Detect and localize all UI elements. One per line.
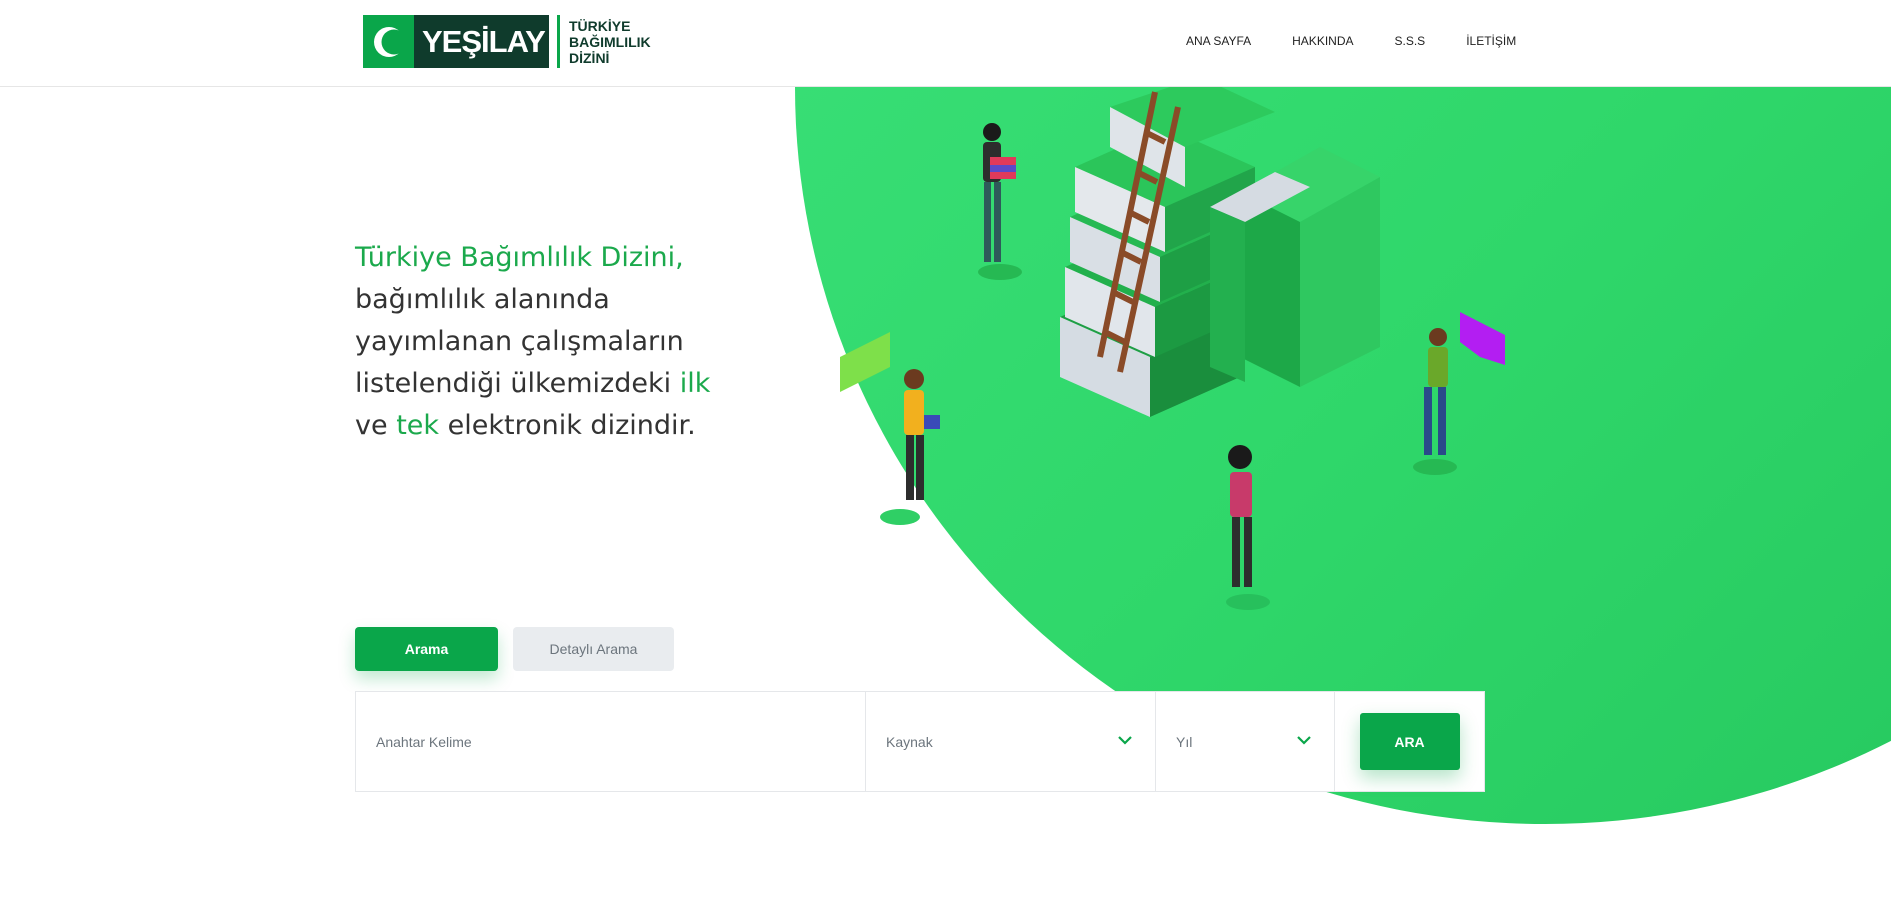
headline-highlight-tek: tek bbox=[396, 410, 440, 441]
logo-brand-text: YEŞİLAY bbox=[422, 23, 546, 59]
nav-contact[interactable]: İLETİŞİM bbox=[1466, 34, 1516, 48]
logo-mark: YEŞİLAY bbox=[363, 15, 549, 68]
headline-title: Türkiye Bağımlılık Dizini, bbox=[355, 242, 684, 273]
tab-advanced-search[interactable]: Detaylı Arama bbox=[513, 627, 674, 671]
nav-home[interactable]: ANA SAYFA bbox=[1186, 34, 1251, 48]
headline-body: bağımlılık alanında yayımlanan çalışmala… bbox=[355, 284, 684, 399]
logo-subtitle-line: DİZİNİ bbox=[569, 49, 610, 66]
search-button[interactable]: ARA bbox=[1359, 713, 1460, 770]
search-button-container: ARA bbox=[1335, 692, 1484, 791]
keyword-placeholder: Anahtar Kelime bbox=[376, 733, 472, 750]
nav-faq[interactable]: S.S.S bbox=[1395, 34, 1426, 48]
person-green-shirt-illustration bbox=[1413, 312, 1505, 475]
keyword-input[interactable]: Anahtar Kelime bbox=[356, 692, 866, 791]
crescent-icon bbox=[363, 15, 414, 68]
year-select-label: Yıl bbox=[1176, 733, 1193, 750]
headline-highlight-ilk: ilk bbox=[679, 368, 711, 399]
yesilay-logo[interactable]: YEŞİLAY TÜRKİYE BAĞIMLILIK DİZİNİ bbox=[363, 15, 651, 68]
headline-connector: ve bbox=[355, 410, 388, 441]
site-header: YEŞİLAY TÜRKİYE BAĞIMLILIK DİZİNİ ANA SA… bbox=[0, 0, 1891, 87]
logo-divider bbox=[557, 15, 560, 68]
headline-ending: elektronik dizindir. bbox=[447, 410, 696, 441]
chevron-down-icon bbox=[1118, 736, 1132, 745]
person-pink-shirt-illustration bbox=[1226, 445, 1270, 610]
page: YEŞİLAY TÜRKİYE BAĞIMLILIK DİZİNİ ANA SA… bbox=[0, 0, 1891, 924]
person-with-books-illustration bbox=[978, 123, 1022, 280]
logo-subtitle-line: TÜRKİYE bbox=[569, 17, 631, 34]
nav-about[interactable]: HAKKINDA bbox=[1292, 34, 1353, 48]
hero-headline: Türkiye Bağımlılık Dizini, bağımlılık al… bbox=[355, 237, 715, 447]
hero-illustration bbox=[840, 87, 1505, 610]
logo-subtitle-line: BAĞIMLILIK bbox=[569, 33, 651, 50]
tab-search[interactable]: Arama bbox=[355, 627, 498, 671]
logo-subtitle: TÜRKİYE BAĞIMLILIK DİZİNİ bbox=[569, 18, 651, 66]
source-select-label: Kaynak bbox=[886, 733, 933, 750]
chevron-down-icon bbox=[1297, 736, 1311, 745]
source-select[interactable]: Kaynak bbox=[866, 692, 1156, 791]
year-select[interactable]: Yıl bbox=[1156, 692, 1335, 791]
search-form: Anahtar Kelime Kaynak Yıl ARA bbox=[355, 691, 1485, 792]
main-nav: ANA SAYFA HAKKINDA S.S.S İLETİŞİM bbox=[1186, 34, 1557, 48]
person-yellow-shirt-illustration bbox=[840, 332, 940, 525]
